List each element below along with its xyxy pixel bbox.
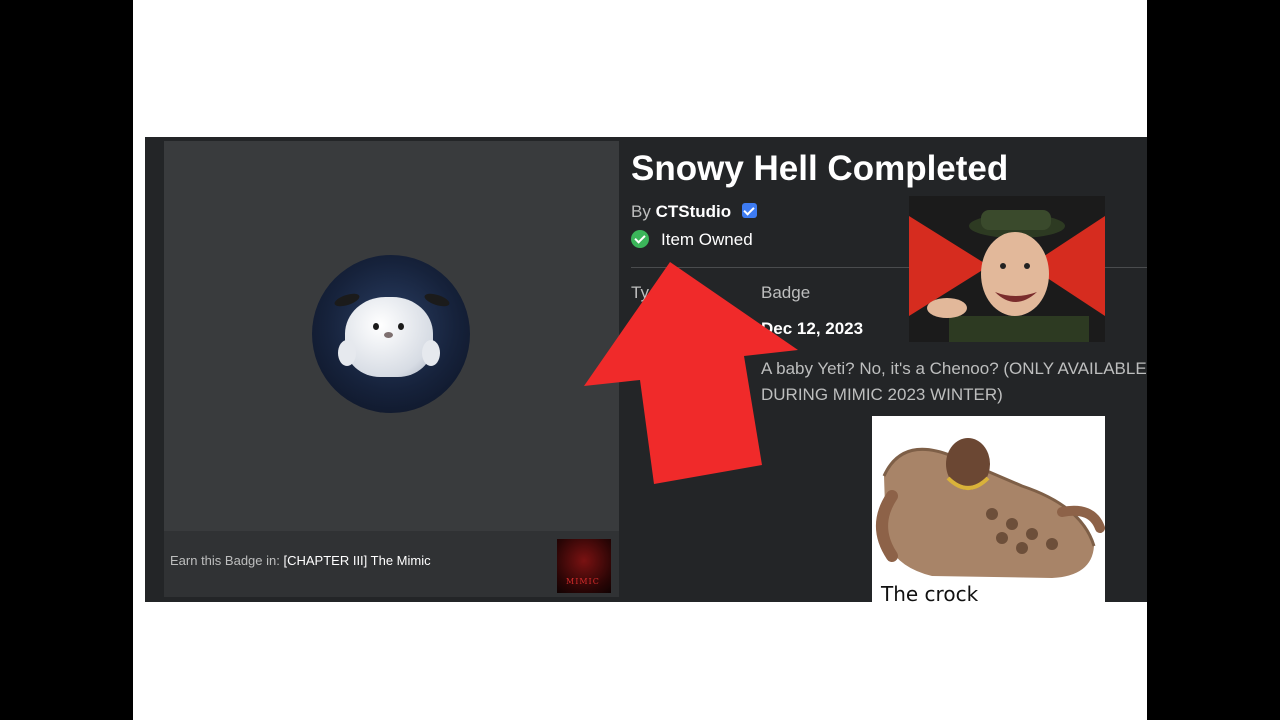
badge-image-area bbox=[164, 141, 619, 531]
game-link[interactable]: [CHAPTER III] The Mimic bbox=[283, 553, 430, 568]
verified-badge-icon bbox=[741, 203, 757, 218]
badge-title: Snowy Hell Completed bbox=[631, 149, 1009, 188]
game-thumbnail-text: MIMIC bbox=[566, 577, 600, 586]
badge-thumbnail-card: Earn this Badge in: [CHAPTER III] The Mi… bbox=[164, 141, 619, 597]
earn-badge-bar: Earn this Badge in: [CHAPTER III] The Mi… bbox=[164, 531, 619, 597]
badge-description: A baby Yeti? No, it's a Chenoo? (ONLY AV… bbox=[761, 359, 1147, 404]
yeti-eye-left bbox=[373, 323, 379, 330]
yeti-arm-right bbox=[422, 340, 440, 366]
arrow-shape bbox=[584, 262, 798, 484]
game-thumbnail[interactable]: MIMIC bbox=[557, 539, 611, 593]
ownership-status: Item Owned bbox=[631, 230, 753, 250]
creator-link[interactable]: CTStudio bbox=[656, 202, 732, 221]
meme-officer-art bbox=[909, 196, 1105, 342]
badge-image bbox=[312, 255, 470, 413]
meme-image-officer bbox=[909, 196, 1105, 342]
earn-badge-text: Earn this Badge in: [CHAPTER III] The Mi… bbox=[170, 553, 431, 568]
creator-line: By CTStudio bbox=[631, 202, 757, 222]
meme-image-crock: The crock bbox=[872, 416, 1105, 605]
crock-caption: The crock bbox=[881, 582, 979, 605]
by-prefix: By bbox=[631, 202, 651, 221]
yeti-nose bbox=[384, 332, 393, 338]
yeti-arm-left bbox=[338, 340, 356, 366]
ownership-label: Item Owned bbox=[661, 230, 753, 249]
earn-prefix: Earn this Badge in: bbox=[170, 553, 280, 568]
check-circle-icon bbox=[631, 230, 649, 248]
crock-shoe-art bbox=[876, 438, 1105, 578]
yeti-eye-right bbox=[398, 323, 404, 330]
yeti-horn-right bbox=[423, 291, 451, 309]
red-arrow-overlay bbox=[584, 262, 798, 484]
